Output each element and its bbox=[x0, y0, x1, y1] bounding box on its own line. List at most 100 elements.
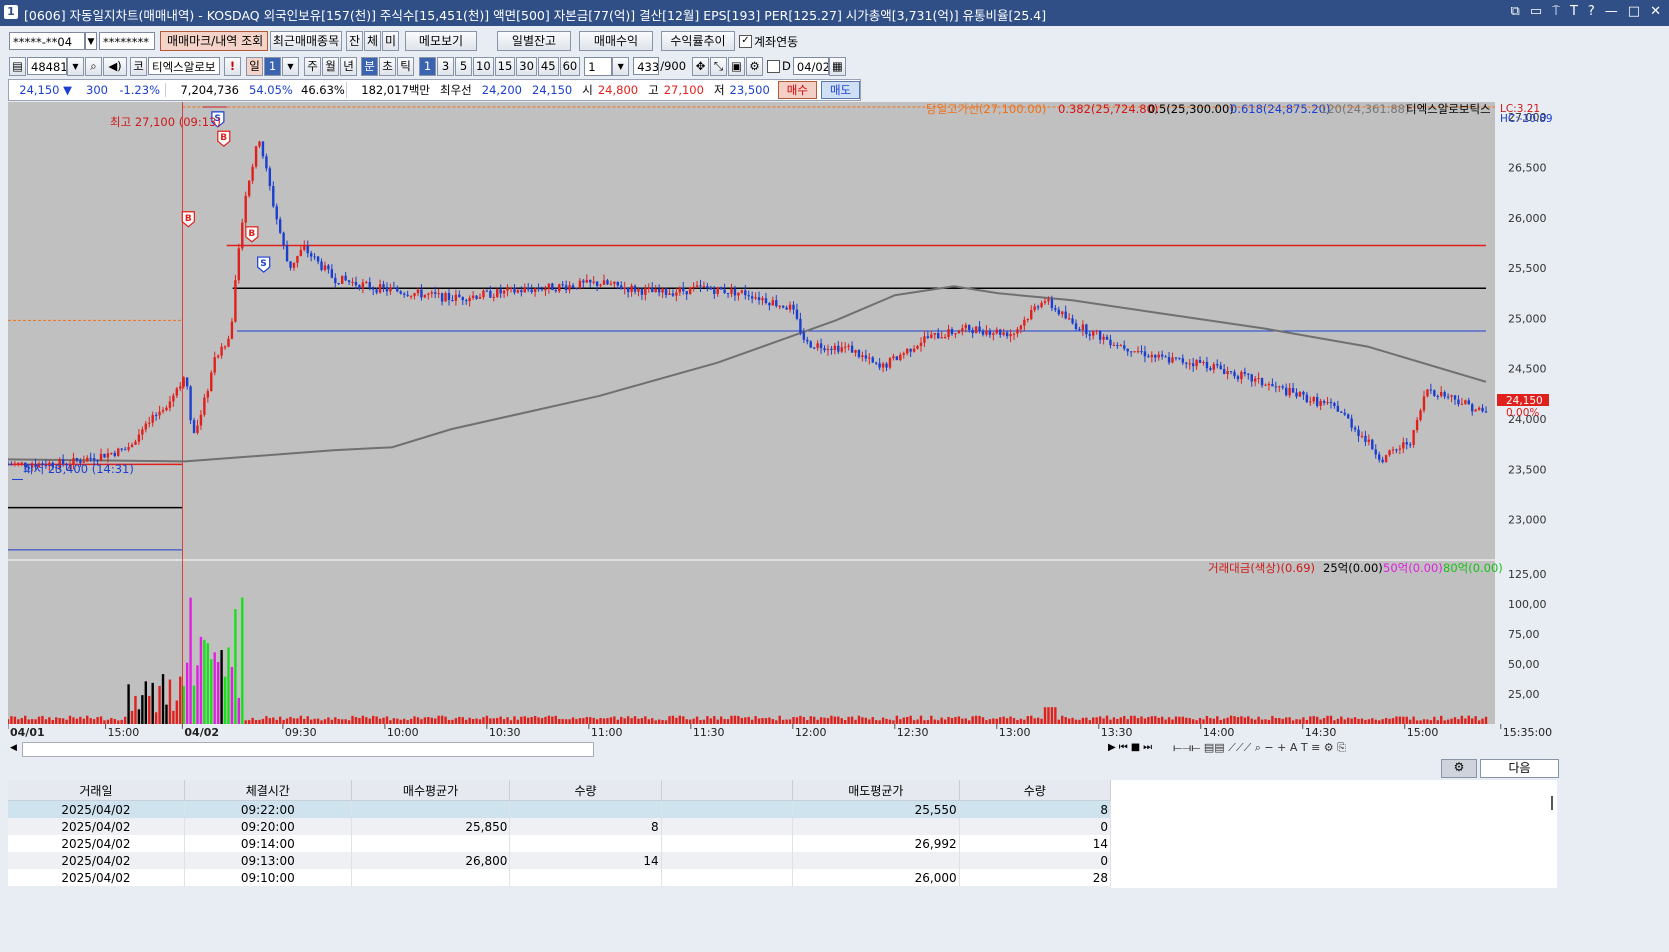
date-field[interactable]: 04/02 bbox=[792, 57, 829, 75]
candle-body bbox=[868, 357, 871, 359]
profit-rate-button[interactable]: 수익률추이 bbox=[661, 31, 735, 51]
maximize-icon[interactable]: □ bbox=[1628, 4, 1640, 19]
minute-45-button[interactable]: 45 bbox=[537, 56, 559, 76]
account-dropdown-icon[interactable]: ▼ bbox=[85, 32, 97, 50]
day-count-field[interactable]: 1 bbox=[264, 56, 281, 76]
sell-button[interactable]: 매도 bbox=[820, 81, 861, 99]
daily-balance-button[interactable]: 일별잔고 bbox=[497, 31, 571, 51]
candle-body bbox=[1467, 400, 1470, 405]
chart-area[interactable]: ◀ ▶ ⏮ ■ ⏭ ⟝⟞⟝ ▤▤ ⟋⟋⟋ ⌕ − + A T ≡ ⚙ ⎘ SBS… bbox=[8, 102, 1562, 758]
price-chart-svg[interactable]: SBSBB 27,00026,50026,00025,50025,00024,5… bbox=[8, 102, 1562, 758]
minute-3-button[interactable]: 3 bbox=[437, 56, 454, 76]
day-dropdown-icon[interactable]: ▼ bbox=[282, 56, 299, 76]
volume-bar bbox=[671, 715, 675, 724]
draw-icon[interactable]: ⤡ bbox=[710, 56, 728, 76]
volume-bar bbox=[489, 718, 492, 724]
volume-bar bbox=[20, 718, 23, 724]
period-month-button[interactable]: 월 bbox=[322, 56, 339, 76]
candle-body bbox=[899, 354, 902, 361]
table-empty-area bbox=[1111, 780, 1557, 888]
unexecuted-button[interactable]: 미 bbox=[382, 31, 399, 51]
checkbox-checked-icon[interactable]: ✓ bbox=[739, 34, 752, 48]
period-second-button[interactable]: 초 bbox=[379, 56, 396, 76]
volume-bar bbox=[1219, 719, 1222, 724]
font-icon[interactable]: T bbox=[1570, 4, 1578, 19]
volume-bar bbox=[106, 719, 110, 724]
volume-bar bbox=[154, 712, 158, 724]
volume-bar bbox=[668, 716, 671, 724]
candle-body bbox=[1247, 373, 1250, 375]
trade-mark-query-button[interactable]: 매매마크/내역 조회 bbox=[160, 31, 268, 51]
period-year-button[interactable]: 년 bbox=[340, 56, 357, 76]
candle-body bbox=[706, 286, 709, 289]
volume-bar bbox=[523, 716, 526, 724]
window-icon[interactable]: ▭ bbox=[1530, 4, 1542, 19]
search-icon[interactable]: ⌕ bbox=[85, 56, 102, 76]
table-row[interactable]: 2025/04/02 09:14:00 26,992 14 bbox=[8, 835, 1112, 852]
volume-bar bbox=[792, 717, 795, 724]
ma120-line bbox=[8, 285, 1487, 463]
volume-bar bbox=[1367, 719, 1371, 724]
interval-dropdown-icon[interactable]: ▼ bbox=[612, 56, 630, 76]
layout-icon[interactable]: ▤ bbox=[9, 56, 26, 76]
close-icon[interactable]: ✕ bbox=[1650, 4, 1661, 19]
volume-bar bbox=[1398, 716, 1402, 724]
table-row[interactable]: 2025/04/02 09:10:00 26,000 28 bbox=[8, 869, 1112, 886]
minute-60-button[interactable]: 60 bbox=[559, 56, 581, 76]
interval-field[interactable]: 1 bbox=[584, 56, 613, 76]
minute-10-button[interactable]: 10 bbox=[473, 56, 494, 76]
next-page-button[interactable]: 다음 bbox=[1480, 759, 1559, 778]
volume-bar bbox=[313, 718, 316, 724]
candle-body bbox=[371, 288, 375, 290]
volume-bar bbox=[1250, 718, 1253, 724]
candle-body bbox=[1157, 354, 1160, 358]
executed-button[interactable]: 체 bbox=[364, 31, 381, 51]
volume-bar bbox=[726, 719, 730, 724]
minute-30-button[interactable]: 30 bbox=[516, 56, 537, 76]
tools-icon[interactable]: ✥ bbox=[692, 56, 710, 76]
minute-1-button[interactable]: 1 bbox=[419, 56, 436, 76]
time-tick-label: 15:00 bbox=[1407, 726, 1439, 739]
speaker-icon[interactable]: ◀) bbox=[103, 56, 127, 76]
period-day-button[interactable]: 일 bbox=[246, 56, 263, 76]
candle-body bbox=[1367, 439, 1371, 442]
table-row[interactable]: 2025/04/02 09:20:00 25,850 8 0 bbox=[8, 818, 1112, 835]
period-week-button[interactable]: 주 bbox=[304, 56, 321, 76]
memo-view-button[interactable]: 메모보기 bbox=[405, 31, 477, 51]
volume-bar bbox=[1371, 718, 1374, 724]
candle-body bbox=[499, 289, 502, 294]
minimize-icon[interactable]: — bbox=[1605, 4, 1618, 19]
recent-trades-button[interactable]: 최근매매종목 bbox=[270, 31, 342, 51]
settings-gear-icon[interactable]: ⚙ bbox=[1441, 759, 1477, 778]
candle-body bbox=[10, 464, 13, 466]
save-icon[interactable]: ▣ bbox=[728, 56, 746, 76]
account-link-checkbox[interactable]: ✓ 계좌연동 bbox=[739, 33, 798, 50]
stock-code-field[interactable]: 484810 bbox=[27, 57, 67, 75]
table-row[interactable]: 2025/04/02 09:22:00 25,550 8 bbox=[8, 800, 1112, 818]
volume-bar bbox=[1384, 717, 1388, 724]
calendar-icon[interactable]: ▦ bbox=[828, 56, 846, 76]
pin-icon[interactable]: ⍑ bbox=[1552, 4, 1560, 19]
period-minute-button[interactable]: 분 bbox=[361, 56, 378, 76]
alert-icon[interactable]: ! bbox=[224, 56, 241, 76]
volume-bar bbox=[1143, 718, 1147, 724]
password-field[interactable]: ******** bbox=[99, 32, 155, 50]
candle-body bbox=[347, 280, 351, 283]
candle-body bbox=[675, 292, 678, 296]
table-scroll-indicator[interactable] bbox=[1551, 796, 1553, 810]
balance-button[interactable]: 잔 bbox=[346, 31, 363, 51]
account-select[interactable]: *****-**04 bbox=[9, 32, 85, 50]
minute-15-button[interactable]: 15 bbox=[494, 56, 516, 76]
gear-icon[interactable]: ⚙ bbox=[746, 56, 764, 76]
buy-button[interactable]: 매수 bbox=[777, 81, 817, 99]
market-button[interactable]: 코 bbox=[130, 56, 147, 76]
trade-profit-button[interactable]: 매매수익 bbox=[579, 31, 653, 51]
help-icon[interactable]: ? bbox=[1588, 4, 1595, 19]
code-dropdown-icon[interactable]: ▼ bbox=[67, 56, 84, 76]
period-tick-button[interactable]: 틱 bbox=[397, 56, 414, 76]
bar-count-field[interactable]: 433 bbox=[633, 57, 660, 75]
copy-icon[interactable]: ⧉ bbox=[1511, 4, 1520, 19]
date-checkbox[interactable] bbox=[767, 59, 781, 73]
minute-5-button[interactable]: 5 bbox=[455, 56, 472, 76]
table-row[interactable]: 2025/04/02 09:13:00 26,800 14 0 bbox=[8, 852, 1112, 869]
